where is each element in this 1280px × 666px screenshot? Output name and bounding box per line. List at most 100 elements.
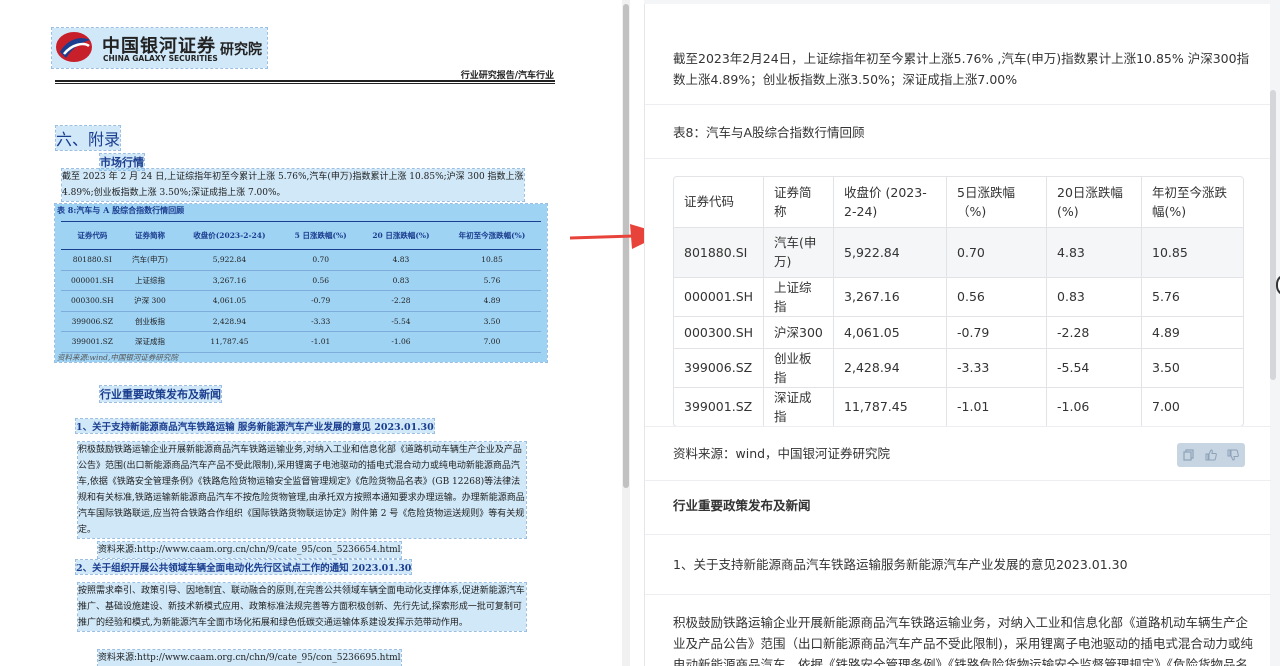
news-source: 资料来源:http://www.caam.org.cn/chn/9/cate_9… [97,541,402,559]
pdf-table-cell: 10.85 [443,249,541,271]
logo-english-name: CHINA GALAXY SECURITIES [103,54,218,63]
pdf-table-header: 5 日涨跌幅(%) [282,221,359,250]
divider [645,594,1271,595]
pdf-table-cell: 0.70 [282,249,359,271]
news-title: 1、关于支持新能源商品汽车铁路运输 服务新能源汽车产业发展的意见 2023.01… [75,418,435,434]
pdf-table-header: 证券简称 [123,221,177,250]
pdf-table-cell: 3,267.16 [176,270,283,291]
table-row: 399006.SZ 创业板指 2,428.94 -3.33 -5.54 3.50 [674,348,1243,388]
news-body: 积极鼓励铁路运输企业开展新能源商品汽车铁路运输业务，对纳入工业和信息化部《道路机… [673,615,1253,666]
answer-intro: 截至2023年2月24日，上证综指年初至今累计上涨5.76% ,汽车(申万)指数… [673,51,1250,87]
market-heading: 市场行情 [99,153,145,171]
news-title: 1、关于支持新能源商品汽车铁路运输服务新能源汽车产业发展的意见2023.01.3… [673,557,1128,572]
news-title: 2、关于组织开展公共领域车辆全面电动化先行区试点工作的通知 2023.01.30 [74,559,413,575]
table-cell: 3.50 [1141,348,1243,388]
pdf-table-region: 表 8:汽车与 A 股综合指数行情回顾 证券代码 证券简称 收盘价(2023-2… [54,203,548,363]
pdf-table-cell: 3.50 [443,311,541,332]
section-title: 六、附录 [54,125,122,151]
pdf-table-source: 资料来源:wind,中国银河证券研究院 [57,353,178,362]
divider [645,534,1271,535]
table-cell: 399006.SZ [674,348,765,388]
thumbs-up-icon[interactable] [1205,449,1217,461]
table-header: 证券代码 [674,177,765,228]
chat-panel[interactable]: 截至2023年2月24日，上证综指年初至今累计上涨5.76% ,汽车(申万)指数… [644,0,1280,666]
policy-heading: 行业重要政策发布及新闻 [673,498,811,513]
copy-icon[interactable] [1183,449,1195,461]
table-cell: -5.54 [1046,348,1143,388]
pdf-table-header-row: 证券代码 证券简称 收盘价(2023-2-24) 5 日涨跌幅(%) 20 日涨… [61,221,541,250]
pdf-table-cell: -3.33 [282,311,359,332]
table-cell: 399001.SZ [674,387,765,426]
table-row: 801880.SI 汽车(申万) 5,922.84 0.70 4.83 10.8… [674,227,1243,278]
thumbs-down-icon[interactable] [1227,449,1239,461]
table-header: 5日涨跌幅（%) [946,177,1048,228]
header-divider-thin [55,83,555,84]
pdf-table-caption: 表 8:汽车与 A 股综合指数行情回顾 [57,205,185,215]
pdf-table-header: 年初至今涨跌幅(%) [443,221,541,250]
pdf-table-cell: 2,428.94 [176,311,283,332]
table-cell: 上证综指 [763,277,835,317]
pdf-table-row: 399006.SZ 创业板指 2,428.94 -3.33 -5.54 3.50 [61,311,541,332]
pdf-table-cell: 沪深 300 [123,290,177,312]
table-cell: -1.01 [946,387,1048,426]
pdf-table-header: 收盘价(2023-2-24) [176,221,283,250]
news-paragraph: 积极鼓励铁路运输企业开展新能源商品汽车铁路运输业务,对纳入工业和信息化部《道路机… [77,441,527,539]
table-cell: 7.00 [1152,399,1180,414]
pdf-table-cell: 801880.SI [61,249,124,271]
table-cell: 深证成指 [763,387,835,426]
pdf-table-cell: -2.28 [358,290,443,312]
pdf-table-row: 000001.SH 上证综指 3,267.16 0.56 0.83 5.76 [61,270,541,291]
table-cell: 汽车(申万) [763,227,835,278]
pdf-table-cell: 汽车(申万) [123,249,177,271]
pdf-table-cell: 5.76 [443,270,541,291]
answer-card: 截至2023年2月24日，上证综指年初至今累计上涨5.76% ,汽车(申万)指数… [644,4,1271,666]
table-row: 000001.SH 上证综指 3,267.16 0.56 0.83 5.76 [674,277,1243,317]
table-cell: 000001.SH [674,277,765,317]
market-paragraph: 截至 2023 年 2 月 24 日,上证综指年初至今累计上涨 5.76%,汽车… [61,168,525,202]
table-cell: 0.83 [1046,277,1143,317]
divider [645,158,1271,159]
source-note: 资料来源：wind，中国银河证券研究院 [673,446,891,461]
pdf-table-cell: 11,787.45 [176,331,283,353]
policy-heading: 行业重要政策发布及新闻 [99,385,222,403]
table-cell: 创业板指 [763,348,835,388]
pdf-table-cell: 0.83 [358,270,443,291]
pdf-table-cell: 7.00 [443,331,541,353]
news-source: 资料来源:http://www.caam.org.cn/chn/9/cate_9… [97,649,402,666]
table-header: 20日涨跌幅(%) [1046,177,1143,228]
pdf-table-cell: 深证成指 [123,331,177,353]
pdf-table-row: 801880.SI 汽车(申万) 5,922.84 0.70 4.83 10.8… [61,249,541,271]
pdf-table-cell: 000300.SH [61,290,124,312]
table-cell: 4,061.05 [833,316,948,349]
pdf-table-cell: -1.01 [282,331,359,353]
table-cell: -3.33 [946,348,1048,388]
pdf-table-cell: 000001.SH [61,270,124,291]
table-header: 收盘价 (2023-2-24) [833,177,948,228]
pdf-table-row: 000300.SH 沪深 300 4,061.05 -0.79 -2.28 4.… [61,290,541,312]
market-table: 证券代码 证券简称 收盘价 (2023-2-24) 5日涨跌幅（%) 20日涨跌… [674,177,1243,426]
table-cell: 000300.SH [674,316,765,349]
table-title: 表8：汽车与A股综合指数行情回顾 [673,125,865,140]
table-cell: -0.79 [946,316,1048,349]
pdf-table-cell: 4.89 [443,290,541,312]
pdf-table-cell: -5.54 [358,311,443,332]
pdf-table-cell: -0.79 [282,290,359,312]
pdf-table-cell: 上证综指 [123,270,177,291]
galaxy-logo-icon [56,32,92,62]
side-handle-icon[interactable] [1276,274,1280,296]
header-divider [55,80,555,82]
table-row: 000300.SH 沪深300 4,061.05 -0.79 -2.28 4.8… [674,316,1243,349]
company-logo: 中国银河证券 CHINA GALAXY SECURITIES 研究院 [51,27,268,69]
table-row: 399001.SZ 深证成指 11,787.45 -1.01 -1.06 7.0… [674,387,1243,426]
pdf-viewer[interactable]: 中国银河证券 CHINA GALAXY SECURITIES 研究院 行业研究报… [0,0,630,666]
chat-scrollbar[interactable] [1270,90,1276,380]
table-cell: 10.85 [1141,227,1243,278]
pdf-scrollbar[interactable] [622,0,630,666]
pdf-table-cell: 4.83 [358,249,443,271]
pdf-table-cell: 创业板指 [123,311,177,332]
pdf-table-cell: -1.06 [358,331,443,353]
table-header: 年初至今涨跌幅(%) [1141,177,1243,228]
divider [645,426,1271,427]
pdf-page: 中国银河证券 CHINA GALAXY SECURITIES 研究院 行业研究报… [0,0,620,666]
table-header-row: 证券代码 证券简称 收盘价 (2023-2-24) 5日涨跌幅（%) 20日涨跌… [674,177,1243,228]
